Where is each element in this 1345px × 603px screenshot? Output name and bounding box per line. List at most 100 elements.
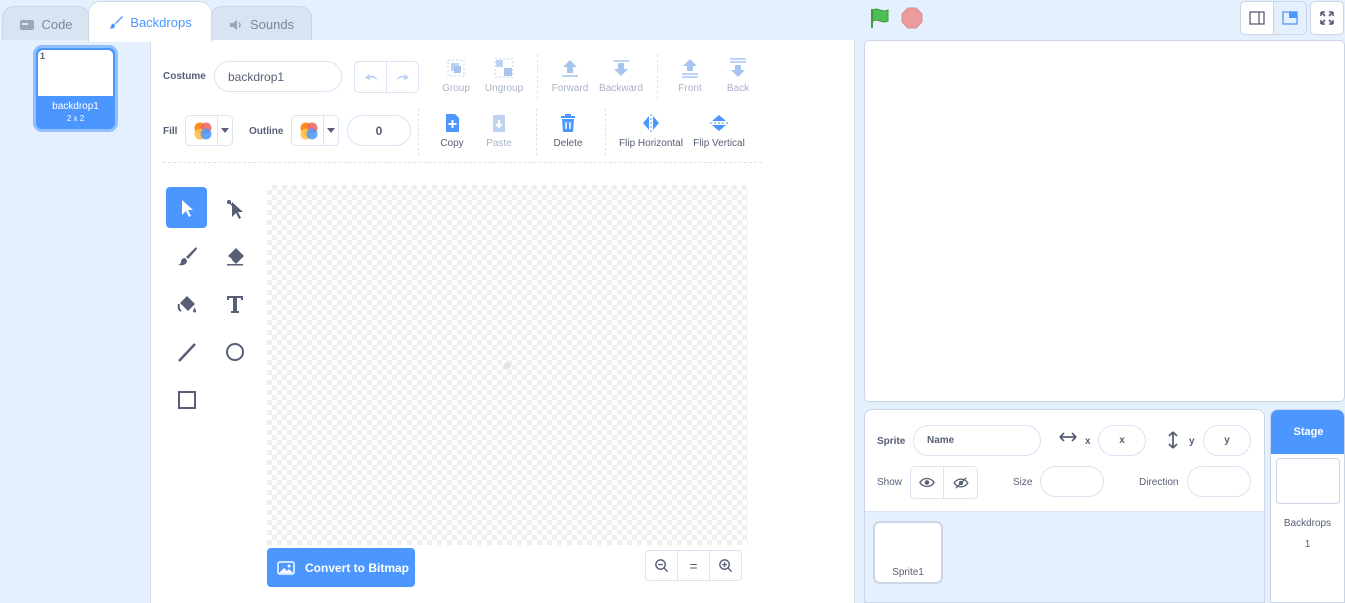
circle-icon (224, 341, 246, 363)
paintbrush-icon (108, 15, 124, 29)
tab-code[interactable]: Code (2, 6, 90, 42)
direction-input[interactable] (1187, 466, 1251, 497)
sprite-name: Sprite1 (892, 567, 924, 578)
reshape-tool[interactable] (214, 187, 255, 228)
toolbar-divider (418, 108, 419, 156)
eye-slash-icon (952, 476, 969, 489)
backward-label: Backward (599, 83, 643, 94)
back-button[interactable]: Back (720, 57, 756, 94)
outline-color-picker[interactable] (291, 115, 339, 146)
text-tool[interactable] (214, 283, 255, 324)
eraser-tool[interactable] (214, 235, 255, 276)
fullscreen-icon (1319, 10, 1335, 26)
sprite-thumbnail[interactable]: Sprite1 (873, 521, 943, 584)
ungroup-button[interactable]: Ungroup (482, 57, 526, 94)
sprite-name-input[interactable]: Name (913, 425, 1041, 456)
ungroup-icon (493, 57, 515, 83)
flip-horizontal-icon (640, 112, 662, 138)
redo-icon (395, 71, 411, 83)
small-stage-button[interactable] (1240, 1, 1274, 35)
costume-name-value: backdrop1 (228, 69, 285, 84)
outline-width-input[interactable]: 0 (347, 115, 411, 146)
speaker-icon (228, 18, 244, 32)
stop-icon[interactable] (901, 7, 923, 29)
backdrop-thumbnail[interactable]: 1 backdrop1 2 x 2 (33, 45, 118, 132)
x-placeholder: x (1119, 435, 1125, 446)
circle-tool[interactable] (214, 331, 255, 372)
text-icon (224, 293, 246, 315)
costume-name-input[interactable]: backdrop1 (214, 61, 342, 92)
sprite-label: Sprite (877, 436, 906, 447)
front-label: Front (678, 83, 702, 94)
rectangle-icon (176, 389, 198, 411)
flip-horizontal-button[interactable]: Flip Horizontal (616, 112, 686, 149)
backdrop-size: 2 x 2 (66, 114, 85, 123)
convert-to-bitmap-button[interactable]: Convert to Bitmap (267, 548, 415, 587)
backdrops-label: Backdrops (1283, 518, 1332, 529)
show-label: Show (877, 477, 903, 488)
stage-preview (1276, 458, 1340, 504)
flip-vertical-icon (708, 112, 730, 138)
redo-button[interactable] (386, 61, 419, 93)
backdrops-count: 1 (1304, 539, 1311, 550)
delete-button[interactable]: Delete (549, 112, 587, 149)
tab-sounds[interactable]: Sounds (210, 6, 312, 42)
flip-vertical-label: Flip Vertical (693, 138, 745, 149)
forward-icon (559, 57, 581, 83)
copy-button[interactable]: Copy (434, 112, 470, 149)
paste-icon (488, 112, 510, 138)
zoom-controls: = (645, 550, 742, 581)
fill-label: Fill (163, 126, 178, 137)
x-input[interactable]: x (1098, 425, 1146, 456)
sprite-name-placeholder: Name (927, 435, 955, 446)
fill-color-picker[interactable] (185, 115, 233, 146)
paint-canvas[interactable] (267, 185, 748, 545)
zoom-in-icon (718, 558, 733, 573)
line-tool[interactable] (166, 331, 207, 372)
large-stage-button[interactable] (1273, 1, 1307, 35)
paste-button[interactable]: Paste (481, 112, 517, 149)
zoom-in-button[interactable] (710, 551, 741, 580)
front-icon (679, 57, 701, 83)
horizontal-arrows-icon (1059, 432, 1077, 442)
color-mix-icon (192, 121, 214, 141)
outline-width-value: 0 (375, 123, 383, 138)
tab-backdrops[interactable]: Backdrops (88, 1, 212, 42)
forward-button[interactable]: Forward (548, 57, 592, 94)
zoom-out-button[interactable] (646, 551, 678, 580)
brush-tool[interactable] (166, 235, 207, 276)
rectangle-tool[interactable] (166, 379, 207, 420)
canvas-center-dot (504, 362, 511, 369)
delete-label: Delete (553, 138, 583, 149)
green-flag-icon[interactable] (868, 6, 892, 30)
outline-label: Outline (249, 126, 284, 137)
show-hidden-button[interactable] (943, 466, 978, 499)
back-label: Back (726, 83, 750, 94)
y-input[interactable]: y (1203, 425, 1251, 456)
select-tool[interactable] (166, 187, 207, 228)
backward-button[interactable]: Backward (597, 57, 645, 94)
show-visible-button[interactable] (910, 466, 944, 499)
vertical-arrows-icon (1168, 431, 1178, 449)
stage-canvas[interactable] (864, 40, 1345, 402)
image-icon (277, 560, 295, 575)
ungroup-label: Ungroup (484, 83, 524, 94)
group-button[interactable]: Group (438, 57, 474, 94)
line-icon (176, 341, 198, 363)
fill-tool[interactable] (166, 283, 207, 324)
paste-label: Paste (486, 138, 512, 149)
flip-vertical-button[interactable]: Flip Vertical (691, 112, 747, 149)
zoom-reset-button[interactable]: = (678, 551, 710, 580)
backdrop-list: 1 backdrop1 2 x 2 (0, 40, 151, 603)
eraser-icon (224, 245, 246, 267)
toolbar-divider (537, 54, 538, 99)
color-mix-icon (298, 121, 320, 141)
undo-button[interactable] (354, 61, 387, 93)
stage-selector[interactable]: Stage Backdrops 1 (1270, 409, 1345, 603)
copy-icon (441, 112, 463, 138)
fullscreen-button[interactable] (1310, 1, 1344, 35)
front-button[interactable]: Front (672, 57, 708, 94)
forward-label: Forward (551, 83, 589, 94)
size-input[interactable] (1040, 466, 1104, 497)
back-icon (727, 57, 749, 83)
